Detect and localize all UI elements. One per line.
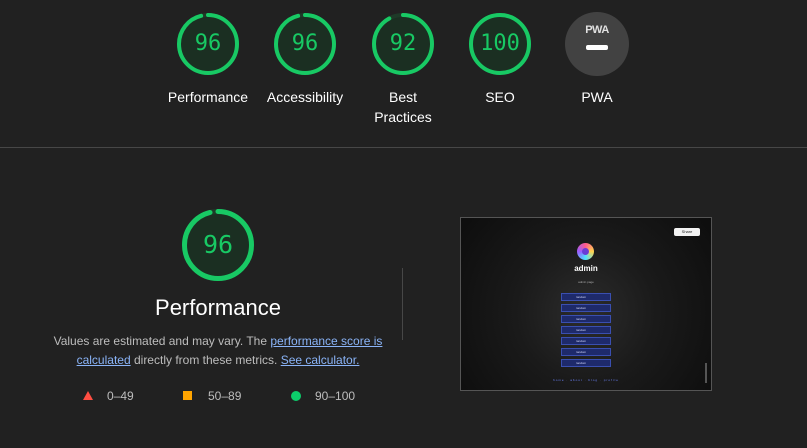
score-ring: 100	[468, 12, 532, 76]
screenshot-share-button: Share	[674, 228, 700, 236]
performance-summary: 96 Performance Values are estimated and …	[40, 208, 396, 370]
average-square-icon	[183, 391, 192, 400]
final-screenshot-thumbnail[interactable]: Share admin admin page random random ran…	[460, 217, 712, 391]
logo-core	[582, 248, 589, 255]
screenshot-logo-icon	[577, 243, 594, 260]
screenshot-footer-links: home · about · blog · profile	[553, 378, 619, 382]
section-divider	[0, 147, 807, 148]
gauge-label: PWA	[581, 89, 613, 105]
fail-triangle-icon	[83, 391, 93, 400]
pwa-dash-icon	[586, 45, 608, 50]
screenshot-link-button: random	[561, 304, 611, 312]
screenshot-link-button: random	[561, 337, 611, 345]
legend-fail-range: 0–49	[107, 389, 134, 403]
legend-average-range: 50–89	[208, 389, 242, 403]
legend-pass-range: 90–100	[315, 389, 356, 403]
see-calculator-link[interactable]: See calculator.	[281, 353, 360, 367]
gauge-best-practices[interactable]: 92 Best Practices	[355, 12, 451, 127]
gauge-accessibility[interactable]: 96 Accessibility	[257, 12, 353, 107]
screenshot-link-button: random	[561, 326, 611, 334]
gauge-pwa[interactable]: PWA PWA	[549, 12, 645, 107]
screenshot-profile-name: admin	[574, 264, 598, 273]
gauge-label: Best Practices	[374, 89, 432, 125]
pwa-badge: PWA	[565, 12, 629, 76]
score-ring: 96	[176, 12, 240, 76]
screenshot-link-button: random	[561, 359, 611, 367]
score-ring: 92	[371, 12, 435, 76]
gauge-label: SEO	[485, 89, 515, 105]
score-ring: 96	[273, 12, 337, 76]
screenshot-link-button: random	[561, 348, 611, 356]
gauge-label: Performance	[167, 89, 249, 105]
score-legend: 0–49 50–89 90–100	[80, 388, 370, 406]
pwa-logo-text: PWA	[585, 24, 609, 36]
score-value: 96	[291, 31, 319, 56]
gauge-label: Accessibility	[266, 89, 344, 105]
score-value: 92	[389, 31, 417, 56]
desc-text: Values are estimated and may vary. The	[53, 334, 271, 348]
performance-score-ring: 96	[181, 208, 255, 282]
screenshot-link-button: random	[561, 315, 611, 323]
pass-circle-icon	[291, 391, 301, 401]
score-value: 100	[480, 31, 520, 56]
category-gauges: 96 Performance 96 Accessibility 92 Best …	[0, 0, 807, 147]
screenshot-scrollbar	[705, 363, 707, 383]
vertical-divider	[402, 268, 403, 340]
gauge-performance[interactable]: 96 Performance	[160, 12, 256, 107]
score-value: 96	[194, 31, 222, 56]
screenshot-subtitle: admin page	[578, 280, 594, 284]
screenshot-link-button: random	[561, 293, 611, 301]
gauge-seo[interactable]: 100 SEO	[452, 12, 548, 107]
performance-description: Values are estimated and may vary. The p…	[53, 332, 383, 370]
performance-score-value: 96	[202, 230, 234, 259]
performance-title: Performance	[155, 295, 281, 320]
desc-text: directly from these metrics.	[130, 353, 281, 367]
